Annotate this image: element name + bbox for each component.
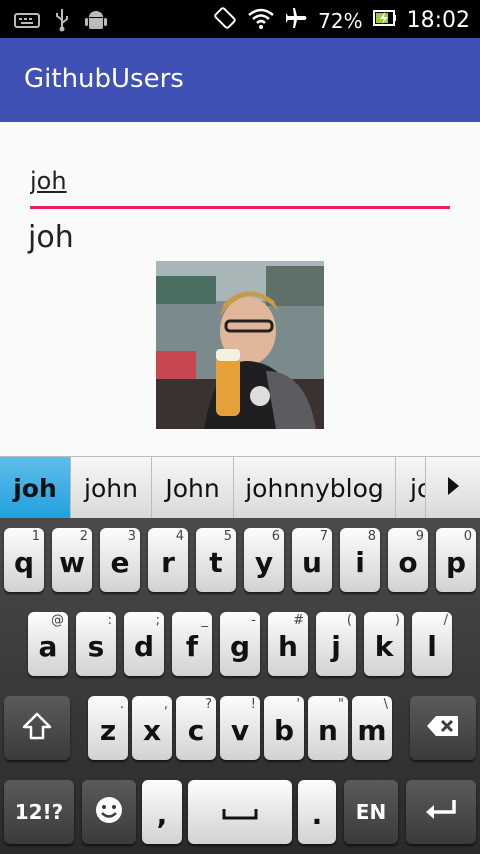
clock: 18:02: [406, 8, 470, 33]
suggestion-item[interactable]: jo: [396, 457, 426, 519]
suggestion-item[interactable]: john: [71, 457, 152, 519]
enter-icon: [424, 798, 458, 826]
comma-key[interactable]: ,: [142, 780, 182, 844]
symbols-key[interactable]: 12!?: [4, 780, 74, 844]
shift-icon: [22, 712, 52, 744]
shift-key[interactable]: [4, 696, 70, 760]
key-l[interactable]: / l: [412, 612, 452, 676]
backspace-key[interactable]: [410, 696, 476, 760]
key-r[interactable]: 4r: [148, 528, 188, 592]
suggestion-item[interactable]: John: [152, 457, 234, 519]
key-x[interactable]: ,x: [132, 696, 172, 760]
key-t[interactable]: 5t: [196, 528, 236, 592]
backspace-icon: [426, 714, 460, 742]
key-g[interactable]: -g: [220, 612, 260, 676]
key-e[interactable]: 3e: [100, 528, 140, 592]
key-v[interactable]: ! v: [220, 696, 260, 760]
key-f[interactable]: _ f: [172, 612, 212, 676]
key-z[interactable]: .z: [88, 696, 128, 760]
rotate-icon: [212, 6, 238, 35]
suggestion-bar: joh john John johnnyblog jo: [0, 456, 480, 519]
app-title: GithubUsers: [24, 64, 184, 94]
enter-key[interactable]: [406, 780, 476, 844]
key-o[interactable]: 9o: [388, 528, 428, 592]
space-key[interactable]: [188, 780, 292, 844]
language-key[interactable]: EN: [344, 780, 398, 844]
key-c[interactable]: ? c: [176, 696, 216, 760]
emoji-key[interactable]: [82, 780, 136, 844]
key-y[interactable]: 6y: [244, 528, 284, 592]
more-suggestions-button[interactable]: [425, 457, 480, 519]
key-j[interactable]: (j: [316, 612, 356, 676]
key-i[interactable]: 8i: [340, 528, 380, 592]
suggestion-item[interactable]: johnnyblog: [234, 457, 396, 519]
key-b[interactable]: ' b: [264, 696, 304, 760]
key-a[interactable]: @ a: [28, 612, 68, 676]
wifi-icon: [248, 7, 274, 34]
search-input[interactable]: [30, 160, 450, 202]
chevron-right-icon: [446, 476, 460, 500]
period-key[interactable]: .: [298, 780, 336, 844]
key-m[interactable]: \ m: [352, 696, 392, 760]
key-s[interactable]: :s: [76, 612, 116, 676]
soft-keyboard: 1q 2w 3e 4r 5t 6y 7u 8i 9o 0p @ a :s ; d _…: [0, 518, 480, 854]
main-content: joh: [0, 122, 480, 456]
space-icon: [222, 806, 258, 825]
battery-level: 72%: [318, 8, 363, 33]
app-bar: GithubUsers: [0, 38, 480, 122]
user-login: joh: [28, 220, 74, 255]
battery-charging-icon: [372, 8, 397, 33]
search-field[interactable]: [30, 160, 450, 209]
key-u[interactable]: 7u: [292, 528, 332, 592]
key-n[interactable]: " n: [308, 696, 348, 760]
airplane-icon: [284, 6, 308, 35]
key-p[interactable]: 0p: [436, 528, 476, 592]
user-avatar[interactable]: [156, 261, 324, 429]
smiley-icon: [94, 795, 124, 829]
suggestion-item[interactable]: joh: [0, 457, 71, 519]
status-bar: 72% 18:02: [0, 0, 480, 38]
key-d[interactable]: ; d: [124, 612, 164, 676]
usb-icon: [54, 8, 70, 36]
key-k[interactable]: ) k: [364, 612, 404, 676]
keyboard-icon: [14, 11, 40, 33]
key-h[interactable]: # h: [268, 612, 308, 676]
key-q[interactable]: 1q: [4, 528, 44, 592]
key-w[interactable]: 2w: [52, 528, 92, 592]
android-icon: [84, 8, 108, 36]
